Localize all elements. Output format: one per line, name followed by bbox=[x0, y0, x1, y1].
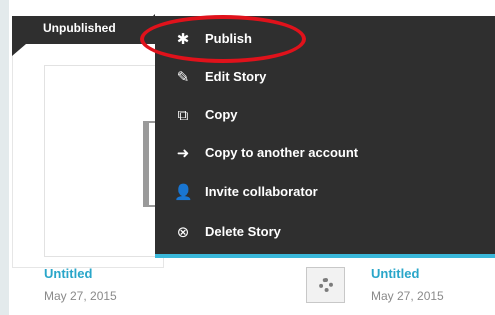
pencil-icon: ✎ bbox=[176, 68, 190, 86]
gear-icon bbox=[319, 278, 333, 292]
menu-item-label: Copy to another account bbox=[205, 145, 359, 160]
menu-item-label: Delete Story bbox=[205, 224, 281, 239]
user-icon: 👤 bbox=[174, 183, 193, 201]
left-border-strip bbox=[0, 0, 9, 315]
close-circle-icon: ⊗ bbox=[176, 223, 190, 241]
story-date-right: May 27, 2015 bbox=[371, 289, 444, 303]
arrow-right-icon: ➜ bbox=[176, 144, 190, 162]
story-title-left[interactable]: Untitled bbox=[44, 266, 92, 281]
status-badge-tail bbox=[12, 44, 26, 56]
menu-item-copy[interactable]: ⧉ Copy bbox=[155, 97, 495, 133]
publish-highlight-ring bbox=[140, 15, 306, 63]
menu-item-label: Invite collaborator bbox=[205, 184, 318, 199]
menu-item-copy-to-another-account[interactable]: ➜ Copy to another account bbox=[155, 135, 495, 171]
story-settings-button[interactable] bbox=[306, 267, 345, 303]
status-badge-label: Unpublished bbox=[43, 21, 116, 35]
menu-item-delete-story[interactable]: ⊗ Delete Story bbox=[155, 214, 495, 250]
menu-item-label: Copy bbox=[205, 107, 238, 122]
menu-item-edit-story[interactable]: ✎ Edit Story bbox=[155, 59, 495, 95]
copy-icon: ⧉ bbox=[177, 106, 189, 124]
story-title-right[interactable]: Untitled bbox=[371, 266, 419, 281]
menu-item-invite-collaborator[interactable]: 👤 Invite collaborator bbox=[155, 174, 495, 210]
menu-item-label: Edit Story bbox=[205, 69, 267, 84]
story-date-left: May 27, 2015 bbox=[44, 289, 117, 303]
